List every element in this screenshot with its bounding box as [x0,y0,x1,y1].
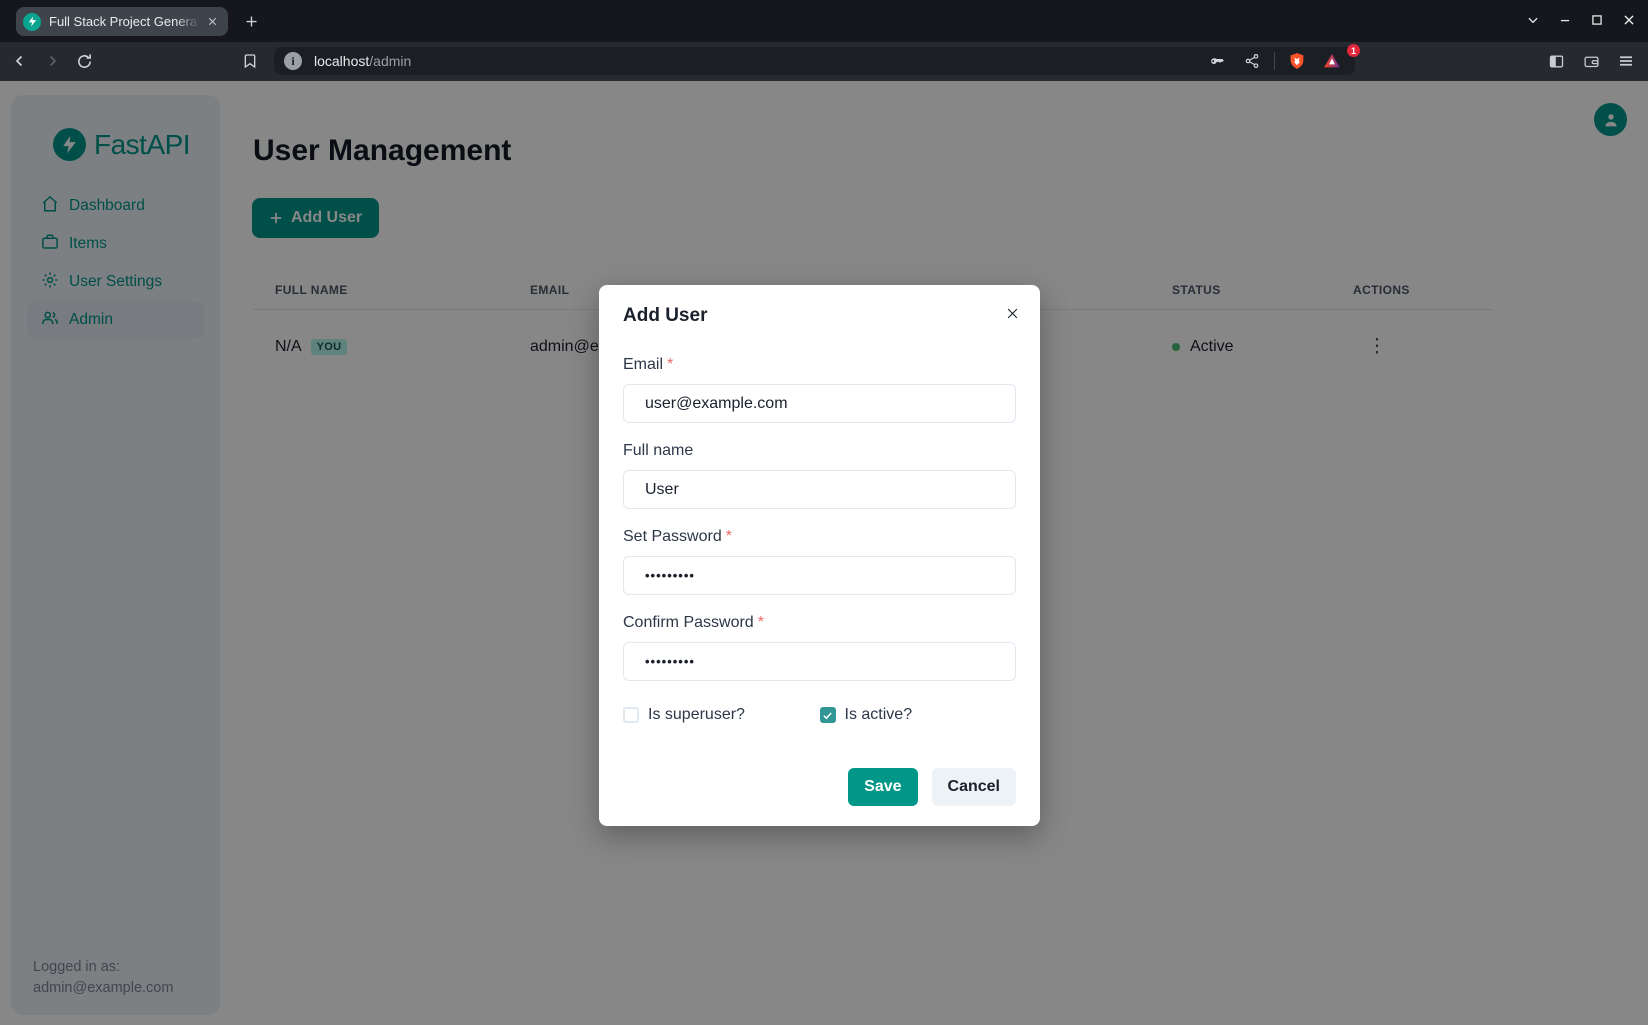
save-button[interactable]: Save [848,768,917,806]
modal-title: Add User [623,305,1016,327]
is-superuser-checkbox[interactable]: Is superuser? [623,706,820,724]
share-icon[interactable] [1239,48,1265,74]
is-active-label: Is active? [845,706,913,724]
password-key-icon[interactable] [1204,48,1230,74]
forward-button[interactable] [38,47,66,75]
url-text[interactable]: localhost/admin [314,53,411,69]
confirm-password-label: Confirm Password* [623,614,1016,632]
required-asterisk: * [667,356,673,373]
required-asterisk: * [726,528,732,545]
browser-titlebar: Full Stack Project Genera [0,0,1648,42]
toolbar-divider [1274,52,1275,70]
set-password-field[interactable] [623,556,1016,595]
full-name-field[interactable] [623,470,1016,509]
url-host: localhost [314,53,369,69]
bookmark-icon[interactable] [236,47,264,75]
page-viewport: FastAPI Dashboard Items [0,81,1648,1025]
back-button[interactable] [6,47,34,75]
is-superuser-label: Is superuser? [648,706,745,724]
fastapi-favicon-icon [23,13,41,31]
email-field[interactable] [623,384,1016,423]
checkbox-unchecked-icon [623,707,639,723]
confirm-password-field[interactable] [623,642,1016,681]
tab-search-chevron-icon[interactable] [1520,7,1546,33]
cancel-button[interactable]: Cancel [932,768,1016,806]
url-path: /admin [369,53,411,69]
wallet-icon[interactable] [1577,47,1605,75]
tab-title: Full Stack Project Genera [49,14,203,29]
browser-tab[interactable]: Full Stack Project Genera [16,7,228,36]
window-maximize-button[interactable] [1584,7,1610,33]
new-tab-button[interactable] [238,8,264,34]
site-info-icon[interactable]: i [284,52,302,70]
full-name-label: Full name [623,442,1016,460]
modal-close-icon[interactable] [998,299,1026,327]
rewards-badge: 1 [1347,44,1360,57]
sidebar-toggle-icon[interactable] [1542,47,1570,75]
menu-hamburger-icon[interactable] [1612,47,1640,75]
browser-window: Full Stack Project Genera [0,0,1648,1025]
brave-shield-icon[interactable] [1284,48,1310,74]
required-asterisk: * [758,614,764,631]
email-label: Email* [623,356,1016,374]
tab-close-icon[interactable] [203,13,221,31]
add-user-modal: Add User Email* Full name Set Password* … [599,285,1040,826]
browser-toolbar: i localhost/admin [0,42,1648,81]
is-active-checkbox[interactable]: Is active? [820,706,1017,724]
address-bar[interactable]: i localhost/admin [274,47,1355,75]
set-password-label: Set Password* [623,528,1016,546]
checkbox-checked-icon [820,707,836,723]
window-close-button[interactable] [1616,7,1642,33]
reload-button[interactable] [70,47,98,75]
brave-rewards-icon[interactable]: 1 [1319,48,1345,74]
window-minimize-button[interactable] [1552,7,1578,33]
